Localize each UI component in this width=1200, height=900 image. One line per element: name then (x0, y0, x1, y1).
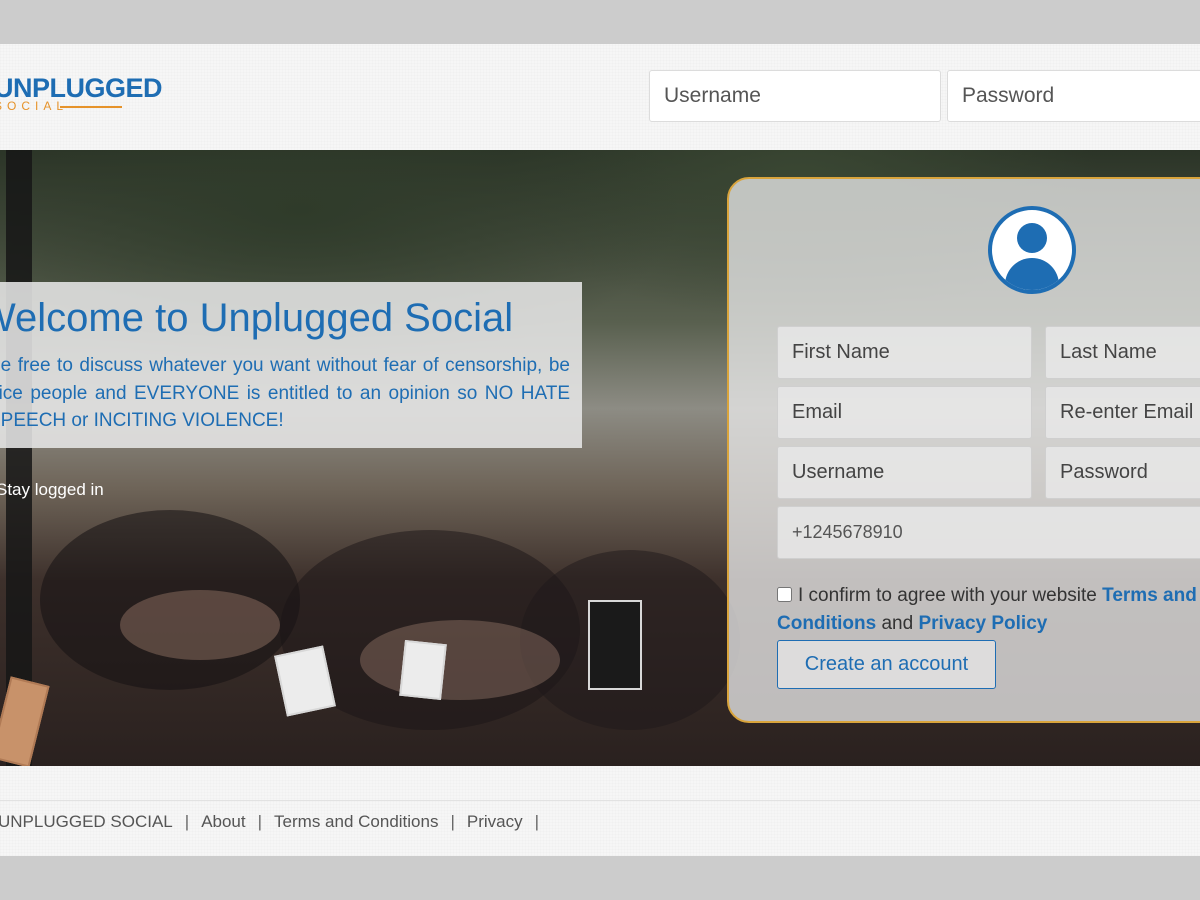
email-input[interactable] (777, 386, 1032, 439)
first-name-input[interactable] (777, 326, 1032, 379)
hero-photo-sign (588, 600, 642, 690)
register-password-input[interactable] (1045, 446, 1200, 499)
registration-panel: I confirm to agree with your website Ter… (727, 177, 1200, 723)
footer-separator: | (184, 812, 190, 831)
footer-link-privacy[interactable]: Privacy (467, 812, 523, 831)
terms-and-text: and (881, 613, 914, 634)
footer-separator: | (450, 812, 455, 831)
footer-separator: | (534, 812, 540, 831)
avatar-head (1017, 223, 1047, 253)
phone-input[interactable] (777, 506, 1200, 559)
login-password-input[interactable] (947, 70, 1200, 122)
hero-photo-faces (360, 620, 560, 700)
page-frame: UNPLUGGED SOCIAL Welcome to Unplugged So… (0, 44, 1200, 856)
hero-photo-sign (399, 639, 447, 701)
footer-brand: UNPLUGGED SOCIAL (0, 812, 173, 831)
hero-photo-faces (120, 590, 280, 660)
terms-agreement: I confirm to agree with your website Ter… (777, 582, 1200, 638)
avatar-body (1005, 258, 1059, 290)
terms-checkbox[interactable] (777, 587, 792, 602)
hero-section: Welcome to Unplugged Social Be free to d… (0, 150, 1200, 766)
welcome-title: Welcome to Unplugged Social (0, 296, 514, 340)
hero-photo-sign (0, 676, 50, 766)
privacy-policy-link[interactable]: Privacy Policy (918, 613, 1047, 634)
welcome-text: Be free to discuss whatever you want wit… (0, 355, 570, 431)
footer-divider (0, 800, 1200, 801)
stay-logged-in-label[interactable]: Stay logged in (0, 480, 104, 500)
footer: UNPLUGGED SOCIAL | About | Terms and Conditi… (0, 812, 551, 832)
hero-photo-lamppost (6, 150, 32, 766)
user-circle-icon (988, 206, 1076, 294)
footer-link-about[interactable]: About (201, 812, 245, 831)
logo-line1: UNPLUGGED (0, 73, 163, 103)
footer-separator: | (257, 812, 263, 831)
terms-text: I confirm to agree with your website (798, 585, 1097, 606)
logo-line2: SOCIAL (0, 100, 162, 112)
reenter-email-input[interactable] (1045, 386, 1200, 439)
login-username-input[interactable] (649, 70, 941, 122)
register-username-input[interactable] (777, 446, 1032, 499)
create-account-button[interactable]: Create an account (777, 640, 996, 689)
footer-link-terms[interactable]: Terms and Conditions (274, 812, 438, 831)
site-logo[interactable]: UNPLUGGED SOCIAL (0, 73, 163, 112)
welcome-box: Welcome to Unplugged Social Be free to d… (0, 282, 582, 448)
last-name-input[interactable] (1045, 326, 1200, 379)
